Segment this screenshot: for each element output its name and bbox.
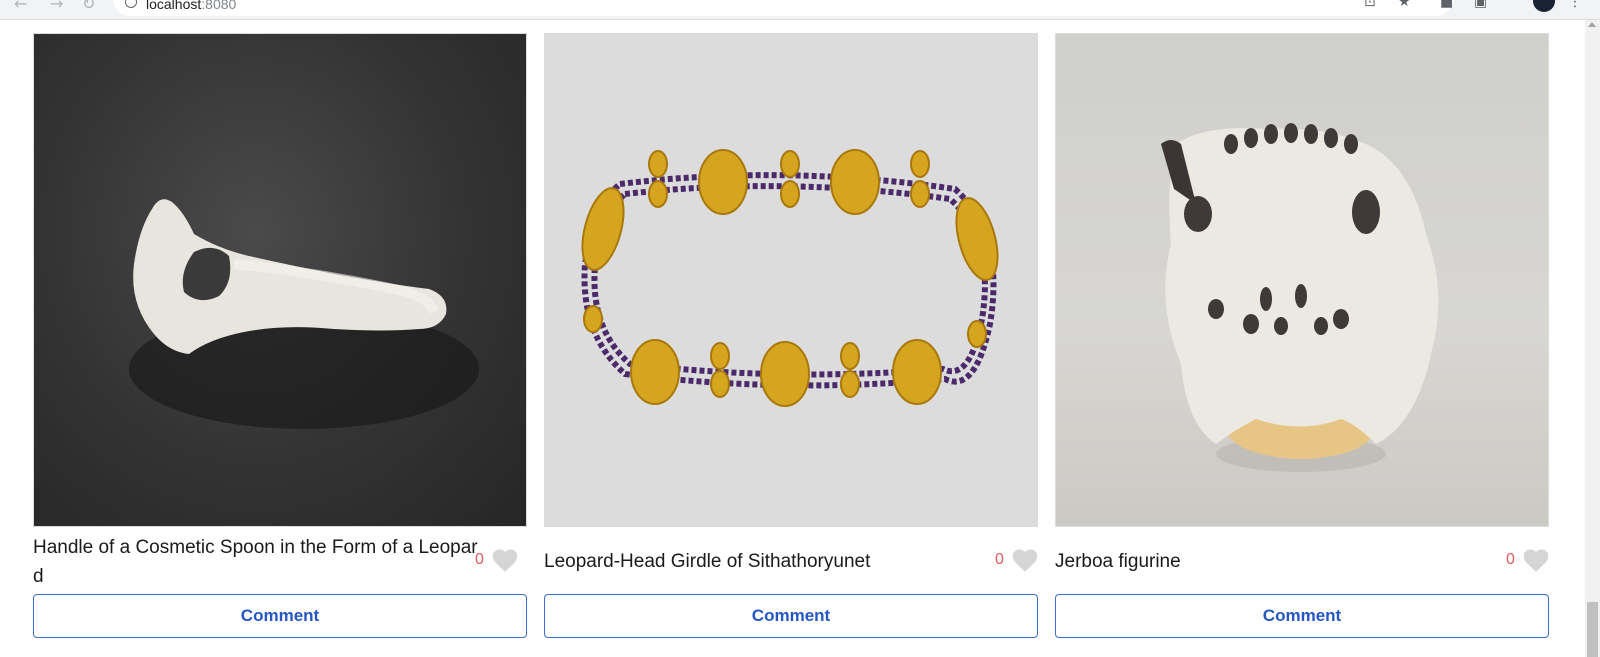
artwork-title: Handle of a Cosmetic Spoon in the Form o… — [33, 537, 478, 587]
leopard-spoon-illustration — [129, 199, 479, 429]
side-panel-icon[interactable]: ▣ — [1474, 0, 1487, 10]
like-count: 0 — [995, 551, 1004, 568]
menu-dots-icon[interactable]: ⋮ — [1568, 0, 1582, 10]
like-count: 0 — [475, 551, 484, 568]
forward-icon[interactable]: → — [50, 0, 63, 13]
extensions-icon[interactable]: ■ — [1440, 0, 1453, 10]
heart-icon[interactable] — [1522, 547, 1550, 573]
scroll-up-icon[interactable] — [1588, 22, 1596, 27]
artwork-card: Jerboa figurine 0 Comment — [1055, 33, 1549, 638]
artwork-card: Handle of a Cosmetic Spoon in the Form o… — [33, 33, 527, 638]
heart-icon[interactable] — [1011, 547, 1039, 573]
comment-button[interactable]: Comment — [544, 594, 1038, 638]
artwork-title: Jerboa figurine — [1055, 551, 1181, 572]
browser-toolbar: ← → ↻ localhost:8080 ⊡ ★ ■ ▣ ⋮ — [0, 0, 1600, 20]
back-icon[interactable]: ← — [14, 0, 27, 13]
girdle-illustration — [581, 149, 999, 407]
comment-button[interactable]: Comment — [33, 594, 527, 638]
card-footer: Handle of a Cosmetic Spoon in the Form o… — [33, 527, 527, 593]
page-scrollbar[interactable] — [1585, 20, 1600, 657]
artwork-image[interactable] — [544, 33, 1038, 527]
artwork-title: Leopard-Head Girdle of Sithathoryunet — [544, 551, 871, 572]
profile-avatar[interactable] — [1533, 0, 1555, 12]
url-host: localhost — [146, 0, 202, 12]
artwork-image[interactable] — [1055, 33, 1549, 527]
url-text: localhost:8080 — [146, 0, 236, 12]
site-info-icon[interactable] — [125, 0, 137, 8]
url-port: :8080 — [201, 0, 237, 12]
card-footer: Jerboa figurine 0 — [1055, 527, 1549, 593]
card-footer: Leopard-Head Girdle of Sithathoryunet 0 — [544, 527, 1038, 593]
artwork-card: Leopard-Head Girdle of Sithathoryunet 0 … — [544, 33, 1038, 638]
install-app-icon[interactable]: ⊡ — [1364, 0, 1376, 10]
artwork-image[interactable] — [33, 33, 527, 527]
bookmark-star-icon[interactable]: ★ — [1398, 0, 1411, 10]
reload-icon[interactable]: ↻ — [82, 0, 95, 13]
heart-icon[interactable] — [491, 547, 519, 573]
scrollbar-thumb[interactable] — [1587, 602, 1598, 657]
jerboa-illustration — [1161, 123, 1439, 472]
address-bar[interactable]: localhost:8080 — [113, 0, 1453, 16]
like-count: 0 — [1506, 551, 1515, 568]
comment-button[interactable]: Comment — [1055, 594, 1549, 638]
